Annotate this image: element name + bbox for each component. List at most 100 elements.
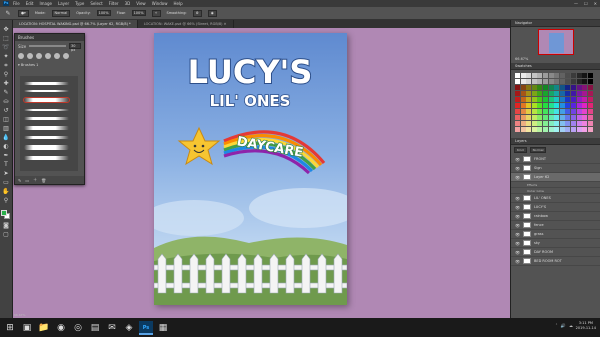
color-swatch[interactable] [548,85,554,90]
brush-tip[interactable] [18,53,24,59]
doc-tab-wake[interactable]: LOCATION: WAKE.psd @ 66% (Street, RGB/8)… [138,20,234,28]
visibility-eye-icon[interactable]: 👁 [515,259,520,264]
color-swatch[interactable] [531,115,537,120]
menu-view[interactable]: View [136,0,146,7]
color-swatch[interactable] [548,79,554,84]
airbrush-toggle[interactable]: ✧ [151,9,161,17]
color-swatch[interactable] [531,127,537,132]
color-swatch[interactable] [548,91,554,96]
visibility-eye-icon[interactable]: 👁 [515,205,520,210]
brush-tool-icon[interactable]: ✎ [4,10,12,17]
blur-tool-icon[interactable]: 💧 [2,134,10,141]
color-swatch[interactable] [582,79,588,84]
color-swatch[interactable] [515,85,520,90]
lasso-tool-icon[interactable]: ➰ [2,44,10,51]
layer-row[interactable]: 👁 Layer 62 [511,173,600,182]
color-swatch[interactable] [531,97,537,102]
flow-field[interactable]: 100% [131,10,146,16]
color-swatch[interactable] [576,79,582,84]
color-swatch[interactable] [587,109,593,114]
color-swatch[interactable] [526,115,532,120]
color-swatch[interactable] [582,109,588,114]
color-swatch[interactable] [543,97,548,102]
swatches-grid[interactable] [515,73,595,135]
color-swatch[interactable] [576,85,582,90]
color-swatch[interactable] [554,85,560,90]
photoshop-taskbar-icon[interactable]: Ps [139,320,153,335]
app-icon[interactable]: ▦ [156,321,170,335]
layer-row[interactable]: 👁 rainbow [511,212,600,221]
mode-select[interactable]: Normal [51,9,71,17]
poster-artwork[interactable]: LUCY'S LIL' ONES DAYCARE [154,33,347,305]
color-swatch[interactable] [526,97,532,102]
color-swatch[interactable] [537,115,543,120]
color-swatch[interactable] [520,91,526,96]
smoothing-settings-gear-icon[interactable]: ⚙ [192,9,202,17]
menu-layer[interactable]: Layer [58,0,69,7]
visibility-eye-icon[interactable]: 👁 [515,214,520,219]
color-swatch[interactable] [526,73,532,78]
color-swatch[interactable] [571,97,576,102]
color-swatch[interactable] [587,97,593,102]
brush-tip[interactable] [63,53,69,59]
brush-stroke-preview[interactable] [24,145,69,150]
menu-type[interactable]: Type [75,0,84,7]
color-swatch[interactable] [565,97,571,102]
new-folder-icon[interactable]: ▭ [25,178,29,183]
color-swatch[interactable] [531,85,537,90]
color-swatch[interactable] [548,97,554,102]
color-swatch[interactable] [515,97,520,102]
layer-row[interactable]: 👁 LUCY'S [511,203,600,212]
color-swatch[interactable] [520,115,526,120]
visibility-eye-icon[interactable]: 👁 [515,232,520,237]
color-swatch[interactable] [531,91,537,96]
color-swatch[interactable] [537,85,543,90]
opacity-field[interactable]: 100% [96,10,111,16]
menu-edit[interactable]: Edit [26,0,34,7]
color-swatch[interactable] [531,73,537,78]
layer-row[interactable]: 👁 BED ROOM ROT [511,257,600,266]
color-swatch[interactable] [559,97,565,102]
color-swatch[interactable] [548,115,554,120]
magic-wand-tool-icon[interactable]: ✦ [2,53,10,60]
type-tool-icon[interactable]: T [2,161,10,168]
brush-tip[interactable] [27,53,33,59]
color-swatch[interactable] [526,109,532,114]
layer-row[interactable]: 👁 Sign [511,164,600,173]
color-swatch[interactable] [543,109,548,114]
color-swatch[interactable] [565,91,571,96]
layer-row[interactable]: 👁 grass [511,230,600,239]
brush-stroke-preview[interactable] [24,82,69,85]
color-swatch[interactable] [587,121,593,126]
screen-mode-icon[interactable]: ▢ [2,231,10,238]
color-swatch[interactable] [520,103,526,108]
color-swatch[interactable] [548,121,554,126]
color-swatch[interactable] [559,115,565,120]
color-swatch[interactable] [520,73,526,78]
color-swatch[interactable] [526,127,532,132]
color-swatch[interactable] [559,91,565,96]
start-button-windows-icon[interactable]: ⊞ [3,321,17,335]
crop-tool-icon[interactable]: ⌗ [2,62,10,69]
menu-3d[interactable]: 3D [125,0,131,7]
hand-tool-icon[interactable]: ✋ [2,188,10,195]
color-swatch[interactable] [526,79,532,84]
menu-filter[interactable]: Filter [109,0,119,7]
move-tool-icon[interactable]: ✥ [2,26,10,33]
color-swatch[interactable] [582,121,588,126]
color-swatch[interactable] [565,103,571,108]
color-swatch[interactable] [548,127,554,132]
color-swatch[interactable] [587,91,593,96]
layers-panel-title[interactable]: Layers [511,138,600,145]
color-swatch[interactable] [571,109,576,114]
color-swatch[interactable] [576,103,582,108]
navigator-zoom[interactable]: 66.67% [511,55,600,63]
color-swatch[interactable] [554,127,560,132]
color-swatch[interactable] [559,73,565,78]
visibility-eye-icon[interactable]: 👁 [515,175,520,180]
color-swatch[interactable] [576,127,582,132]
color-swatch[interactable] [537,121,543,126]
brush-stroke-preview[interactable] [24,156,69,160]
color-swatch[interactable] [582,73,588,78]
quick-mask-icon[interactable]: ◙ [2,222,10,229]
